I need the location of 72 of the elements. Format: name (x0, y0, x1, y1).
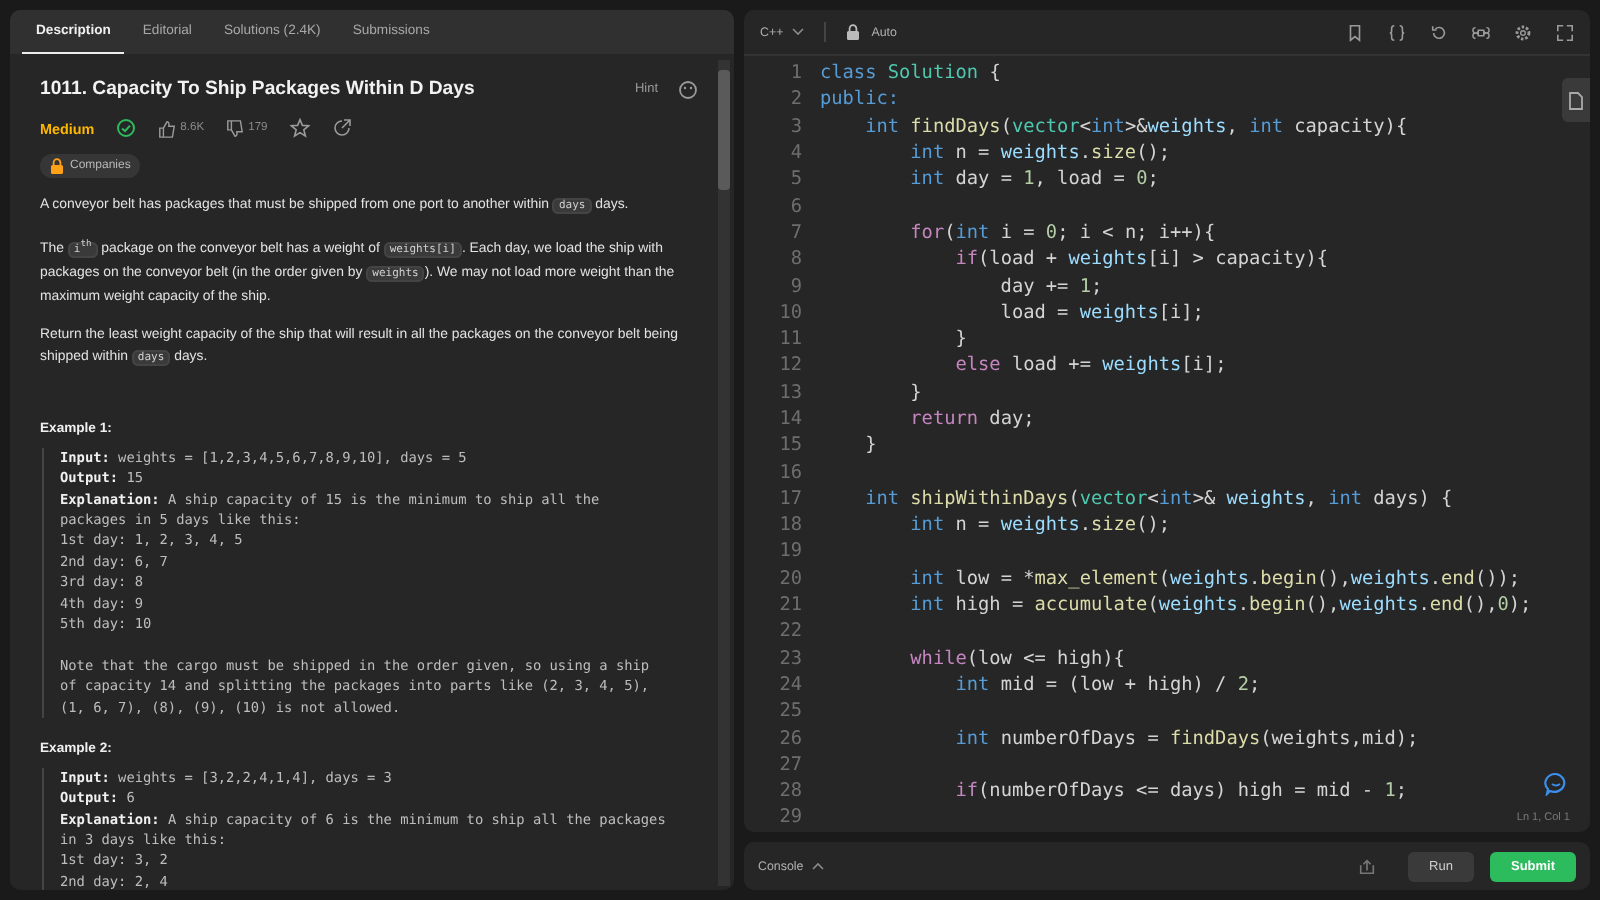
line-number: 1 (788, 62, 802, 85)
star-icon[interactable] (289, 118, 310, 138)
line-number: 17 (777, 487, 802, 510)
code-line: int findDays(vector<int>&weights, int capacity){ (863, 115, 1408, 138)
code-line: } (953, 328, 967, 351)
line-number: 4 (788, 142, 802, 165)
line-number: 19 (777, 540, 802, 563)
chat-icon[interactable] (1544, 772, 1568, 796)
code-line: public: (820, 88, 900, 111)
line-number: 25 (777, 700, 802, 723)
lock-icon (50, 158, 64, 174)
scrollbar[interactable] (718, 60, 730, 886)
code-line: load = weights[i]; (998, 301, 1204, 324)
code-line: for(int i = 0; i < n; i++){ (908, 221, 1216, 244)
thumbs-down-icon[interactable] (226, 119, 245, 137)
line-number: 5 (788, 168, 802, 191)
document-icon[interactable] (1568, 91, 1584, 109)
line-number: 9 (788, 275, 802, 298)
code-line: int low = *max_element(weights.begin(),weights.end()); (908, 567, 1521, 590)
thumbs-up-icon[interactable] (158, 119, 177, 137)
lock-icon (845, 24, 860, 40)
code-line: if(numberOfDays <= days) high = mid - 1; (953, 780, 1408, 803)
chevron-down-icon[interactable] (791, 28, 804, 36)
code-line: else load += weights[i]; (953, 354, 1227, 377)
line-number: 28 (777, 780, 802, 803)
fullscreen-icon[interactable] (1556, 23, 1574, 41)
code-line: if(load + weights[i] > capacity){ (953, 248, 1329, 271)
reset-icon[interactable] (1430, 23, 1448, 41)
code-line: int shipWithinDays(vector<int>& weights, int days) { (863, 487, 1453, 510)
line-number: 24 (777, 673, 802, 696)
line-number: 29 (777, 806, 802, 829)
line-number: 11 (777, 328, 802, 351)
share-icon[interactable] (331, 118, 352, 138)
line-number: 18 (777, 514, 802, 537)
code-line: int day = 1, load = 0; (908, 168, 1159, 191)
problem-title: 1011. Capacity To Ship Packages Within D Days (40, 78, 477, 100)
line-number: 3 (788, 115, 802, 138)
line-number: 26 (777, 727, 802, 750)
code-line: } (863, 434, 877, 457)
line-number: 20 (777, 567, 802, 590)
notes-button[interactable] (1562, 78, 1590, 122)
code-line: } (908, 381, 922, 404)
code-line: int high = accumulate(weights.begin(),weights.end(),0); (908, 594, 1532, 617)
line-number: 16 (777, 461, 802, 484)
line-number: 10 (777, 301, 802, 324)
line-number: 13 (777, 381, 802, 404)
bookmark-icon[interactable] (1346, 23, 1364, 41)
code-line: day += 1; (998, 275, 1103, 298)
line-number: 23 (777, 647, 802, 670)
line-number: 15 (777, 434, 802, 457)
line-number: 2 (788, 88, 802, 111)
line-number: 27 (777, 753, 802, 776)
code-line: int numberOfDays = findDays(weights,mid); (953, 727, 1419, 750)
braces-icon[interactable] (1388, 23, 1406, 41)
chevron-up-icon[interactable] (811, 862, 824, 870)
code-line: class Solution { (820, 62, 1001, 85)
line-number: 14 (777, 408, 802, 430)
code-line: int mid = (low + high) / 2; (953, 673, 1261, 696)
line-number: 22 (777, 620, 802, 643)
code-line: return day; (908, 408, 1035, 430)
upload-icon[interactable] (1358, 857, 1376, 875)
code-line: int n = weights.size(); (908, 514, 1171, 537)
code-line: while(low <= high){ (908, 647, 1125, 670)
shortcut-icon[interactable] (1472, 23, 1490, 41)
settings-icon[interactable] (1514, 23, 1532, 41)
line-number: 8 (788, 248, 802, 271)
line-number: 6 (788, 195, 802, 218)
line-number: 21 (777, 594, 802, 617)
smiley-icon[interactable] (678, 79, 698, 99)
line-number: 7 (788, 221, 802, 244)
code-line: int n = weights.size(); (908, 142, 1171, 165)
line-number: 12 (777, 354, 802, 377)
